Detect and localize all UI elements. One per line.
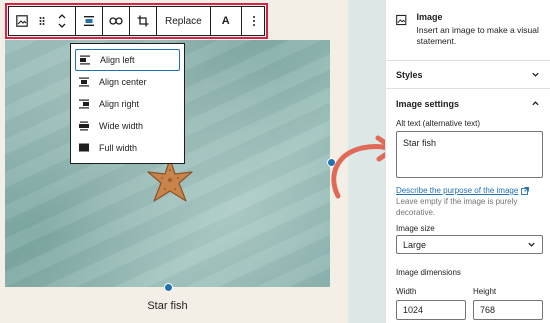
menu-item-wide-width[interactable]: Wide width: [75, 115, 180, 137]
settings-sidebar: Image Insert an image to make a visual s…: [385, 0, 550, 323]
image-dimensions-label: Image dimensions: [396, 268, 461, 277]
align-dropdown-menu: Align left Align center Align right Wide…: [70, 43, 185, 164]
chevron-up-icon: [532, 101, 539, 106]
height-input[interactable]: 768: [473, 300, 543, 320]
alt-text-field[interactable]: Star fish: [396, 131, 543, 178]
menu-item-align-left[interactable]: Align left: [75, 49, 180, 71]
block-description: Insert an image to make a visual stateme…: [416, 25, 539, 47]
toolbar-highlight: [5, 3, 268, 39]
image-block-icon: [396, 14, 407, 26]
external-link-icon: [520, 186, 529, 195]
image-size-label: Image size: [396, 224, 435, 233]
menu-item-label: Align center: [99, 77, 147, 87]
chevron-down-icon: [532, 72, 539, 77]
image-size-value: Large: [403, 239, 427, 250]
align-center-icon: [79, 77, 89, 87]
styles-panel-toggle[interactable]: Styles: [386, 60, 550, 88]
full-width-icon: [79, 143, 89, 152]
width-input[interactable]: 1024: [396, 300, 466, 320]
describe-purpose-link[interactable]: Describe the purpose of the image: [396, 186, 518, 195]
menu-item-label: Align right: [99, 99, 140, 109]
alt-text-label: Alt text (alternative text): [396, 119, 481, 128]
starfish-image: [147, 158, 193, 202]
alt-help-text: Leave empty if the image is purely decor…: [396, 196, 518, 217]
block-card: Image Insert an image to make a visual s…: [386, 0, 550, 60]
chevron-down-icon: [528, 242, 535, 247]
image-size-select[interactable]: Large: [396, 235, 543, 254]
image-settings-label: Image settings: [396, 98, 460, 109]
image-caption[interactable]: Star fish: [5, 300, 330, 312]
height-label: Height: [473, 287, 497, 296]
align-right-icon: [79, 99, 89, 109]
menu-item-label: Wide width: [99, 121, 144, 131]
menu-item-align-center[interactable]: Align center: [75, 71, 180, 93]
menu-item-full-width[interactable]: Full width: [75, 137, 180, 159]
menu-item-align-right[interactable]: Align right: [75, 93, 180, 115]
alt-text-help: Describe the purpose of the image Leave …: [396, 186, 546, 218]
resize-handle-bottom[interactable]: [164, 283, 173, 292]
menu-item-label: Full width: [99, 143, 138, 153]
menu-item-label: Align left: [100, 55, 135, 65]
block-title: Image: [416, 12, 443, 22]
styles-panel-label: Styles: [396, 69, 423, 80]
align-left-icon: [80, 55, 90, 65]
image-settings-panel-toggle[interactable]: Image settings: [386, 88, 550, 118]
wide-width-icon: [79, 121, 89, 131]
width-label: Width: [396, 287, 417, 296]
